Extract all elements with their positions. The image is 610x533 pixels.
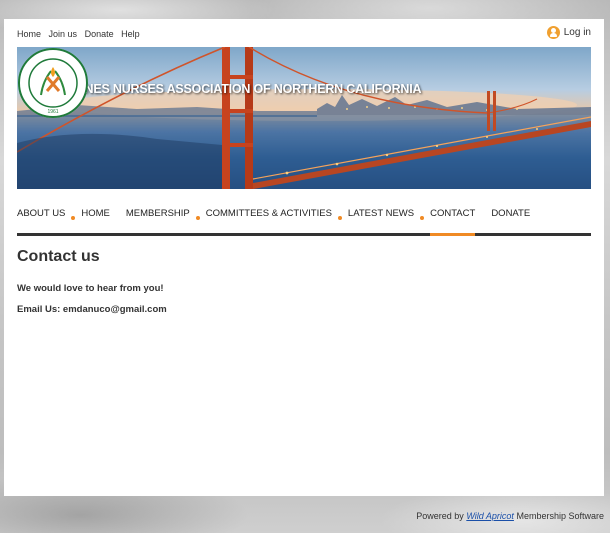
nav-about-us[interactable]: ABOUT US [17, 203, 65, 233]
topnav-home-link[interactable]: Home [17, 29, 41, 39]
nav-membership[interactable]: MEMBERSHIP [126, 203, 190, 233]
nav-donate[interactable]: DONATE [491, 203, 530, 233]
nav-home-label: HOME [81, 208, 110, 219]
wild-apricot-link[interactable]: Wild Apricot [466, 511, 514, 521]
nav-contact-label: CONTACT [430, 208, 476, 219]
nav-home[interactable]: HOME [81, 203, 110, 233]
banner-title: PHILIPPINES NURSES ASSOCIATION OF NORTHE… [34, 82, 422, 96]
nav-latest-news[interactable]: LATEST NEWS [348, 203, 414, 233]
nav-separator-dot [420, 216, 425, 220]
nav-separator-dot [337, 216, 342, 220]
email-text: Email Us: emdanuco@gmail.com [17, 304, 167, 315]
nav-separator-dot [195, 216, 200, 220]
nav-about-us-label: ABOUT US [17, 208, 66, 219]
login-button[interactable]: Log in [546, 26, 591, 39]
powered-by-footer: Powered by Wild Apricot Membership Softw… [416, 511, 604, 521]
page-title: Contact us [17, 248, 100, 265]
association-seal-logo: 1961 [18, 48, 88, 118]
nav-latest-news-label: LATEST NEWS [347, 208, 415, 219]
page-container: Home Join us Donate Help Log in PHILIPPI… [4, 19, 604, 496]
powered-by-suffix: Membership Software [516, 511, 604, 521]
topnav-help-link[interactable]: Help [121, 29, 140, 39]
intro-text: We would love to hear from you! [17, 283, 164, 294]
main-nav: ABOUT US HOME MEMBERSHIP COMMITTEES & AC… [17, 203, 591, 236]
seal-year: 1961 [47, 109, 58, 115]
nav-committees-activities[interactable]: COMMITTEES & ACTIVITIES [206, 203, 332, 233]
topnav-join-link[interactable]: Join us [49, 29, 78, 39]
header-banner: PHILIPPINES NURSES ASSOCIATION OF NORTHE… [17, 47, 591, 189]
nav-separator-dot [71, 216, 76, 220]
nav-committees-label: COMMITTEES & ACTIVITIES [205, 208, 332, 219]
user-icon [546, 26, 560, 39]
nav-donate-label: DONATE [491, 208, 531, 219]
nav-membership-label: MEMBERSHIP [125, 208, 190, 219]
topnav-donate-link[interactable]: Donate [85, 29, 114, 39]
nav-contact[interactable]: CONTACT [430, 203, 476, 236]
bridge-illustration [17, 47, 591, 189]
login-label: Log in [563, 27, 591, 38]
top-nav: Home Join us Donate Help [17, 29, 145, 39]
powered-by-prefix: Powered by [416, 511, 464, 521]
